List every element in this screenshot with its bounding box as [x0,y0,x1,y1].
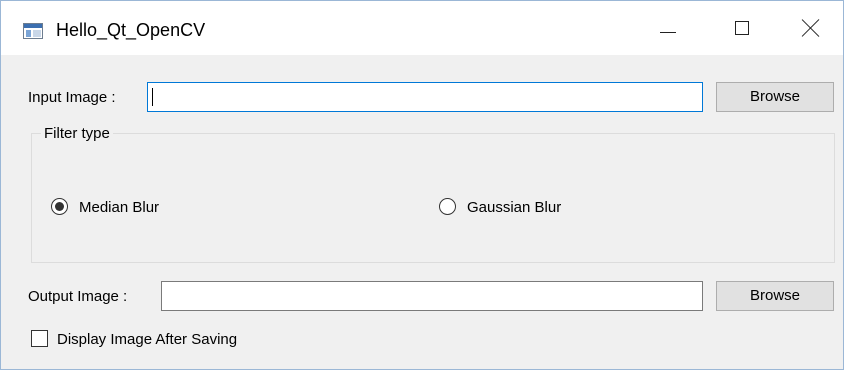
filter-type-group [31,133,835,263]
gaussian-blur-label[interactable]: Gaussian Blur [467,199,561,216]
minimize-icon [660,32,676,33]
input-image-label: Input Image : [28,89,116,106]
window-title: Hello_Qt_OpenCV [56,20,206,40]
output-image-label: Output Image : [28,288,128,305]
close-icon [801,18,821,38]
maximize-icon [735,21,749,35]
output-image-field[interactable] [161,281,703,311]
title-bar[interactable]: Hello_Qt_OpenCV [1,1,843,55]
text-caret [152,88,153,106]
filter-type-title: Filter type [41,125,113,142]
close-button[interactable] [781,1,839,55]
input-browse-button[interactable]: Browse [716,82,834,112]
median-blur-radio[interactable] [51,198,68,215]
display-after-saving-checkbox[interactable] [31,330,48,347]
gaussian-blur-radio[interactable] [439,198,456,215]
radio-selected-dot [55,202,64,211]
input-image-field[interactable] [147,82,703,112]
main-window: Hello_Qt_OpenCV Input Image : Browse Fil… [0,0,844,370]
maximize-button[interactable] [713,1,771,55]
minimize-button[interactable] [639,1,697,55]
app-window-icon[interactable] [23,23,43,39]
display-after-saving-label[interactable]: Display Image After Saving [57,331,237,348]
median-blur-label[interactable]: Median Blur [79,199,159,216]
output-browse-button[interactable]: Browse [716,281,834,311]
